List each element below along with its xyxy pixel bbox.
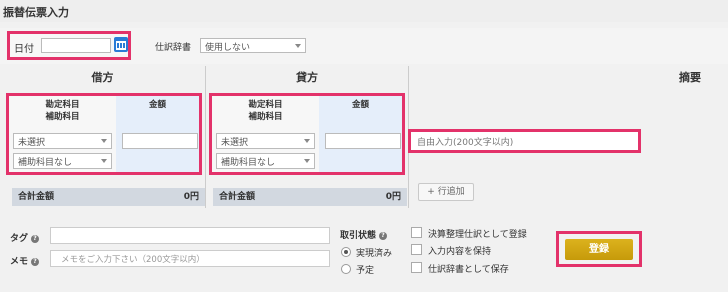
debit-account-select[interactable]: 未選択 <box>13 133 112 149</box>
credit-account-select[interactable]: 未選択 <box>216 133 315 149</box>
help-icon[interactable]: ? <box>31 257 40 266</box>
help-icon[interactable]: ? <box>31 234 40 243</box>
journal-dictionary-label: 仕訳辞書 <box>155 43 192 53</box>
debit-total-value: 0円 <box>183 192 199 202</box>
debit-header: 借方 <box>91 71 114 84</box>
date-input[interactable] <box>41 38 111 53</box>
status-option-realized: 実現済み <box>356 249 393 259</box>
journal-dictionary-select[interactable]: 使用しない <box>200 38 306 53</box>
credit-account-header-line1: 勘定科目 <box>248 100 283 110</box>
memo-input[interactable]: メモをご入力下さい（200文字以内） <box>50 250 330 267</box>
debit-entry-panel: 勘定科目 補助科目 金額 未選択 補助科目なし <box>6 93 202 175</box>
status-option-planned: 予定 <box>356 266 375 276</box>
title-bar: 振替伝票入力 <box>0 0 728 22</box>
column-divider <box>205 66 206 208</box>
debit-sub-account-selected: 補助科目なし <box>18 158 73 168</box>
chevron-down-icon <box>101 159 107 163</box>
save-dictionary-checkbox[interactable] <box>411 262 422 273</box>
debit-amount-input[interactable] <box>122 133 198 149</box>
debit-sub-account-select[interactable]: 補助科目なし <box>13 153 112 169</box>
memo-placeholder: メモをご入力下さい（200文字以内） <box>61 255 205 265</box>
credit-entry-panel: 勘定科目 補助科目 金額 未選択 補助科目なし <box>209 93 405 175</box>
summary-placeholder: 自由入力(200文字以内) <box>417 138 514 148</box>
credit-amount-input[interactable] <box>325 133 401 149</box>
tag-input[interactable] <box>50 227 330 244</box>
memo-label-group: メモ? <box>10 254 40 267</box>
closing-entry-label: 決算整理仕訳として登録 <box>428 230 527 240</box>
add-row-button[interactable]: + 行追加 <box>418 183 474 201</box>
debit-total-label: 合計金額 <box>18 192 55 202</box>
status-radio-realized[interactable] <box>341 247 351 257</box>
debit-account-header-line2: 補助科目 <box>45 112 80 122</box>
chevron-down-icon <box>304 139 310 143</box>
summary-input[interactable]: 自由入力(200文字以内) <box>408 129 641 153</box>
debit-amount-header: 金額 <box>148 100 166 110</box>
register-button[interactable]: 登録 <box>565 239 633 260</box>
chevron-down-icon <box>101 139 107 143</box>
page-title: 振替伝票入力 <box>3 6 69 19</box>
debit-account-selected: 未選択 <box>18 138 46 148</box>
journal-dictionary-selected: 使用しない <box>205 43 251 53</box>
keep-input-checkbox[interactable] <box>411 244 422 255</box>
credit-total-value: 0円 <box>385 192 401 202</box>
summary-header: 摘要 <box>679 71 701 84</box>
credit-sub-account-select[interactable]: 補助科目なし <box>216 153 315 169</box>
debit-account-header-line1: 勘定科目 <box>45 100 80 110</box>
tag-label-group: タグ? <box>10 231 40 244</box>
transaction-status-label: 取引状態 <box>340 231 377 241</box>
chevron-down-icon <box>295 44 301 48</box>
credit-account-selected: 未選択 <box>221 138 249 148</box>
calendar-icon[interactable] <box>114 37 128 52</box>
memo-label: メモ <box>10 257 29 267</box>
debit-total-bar: 合計金額 0円 <box>12 188 205 206</box>
chevron-down-icon <box>304 159 310 163</box>
tag-label: タグ <box>10 234 29 244</box>
credit-account-header-line2: 補助科目 <box>248 112 283 122</box>
credit-total-label: 合計金額 <box>219 192 256 202</box>
register-button-frame: 登録 <box>556 231 642 267</box>
date-field-group: 日付 <box>7 31 131 60</box>
status-radio-planned[interactable] <box>341 264 351 274</box>
keep-input-label: 入力内容を保持 <box>428 247 492 257</box>
help-icon[interactable]: ? <box>379 231 388 240</box>
credit-total-bar: 合計金額 0円 <box>213 188 407 206</box>
credit-sub-account-selected: 補助科目なし <box>221 158 276 168</box>
credit-amount-header: 金額 <box>351 100 369 110</box>
debit-account-header: 勘定科目 補助科目 <box>9 99 116 123</box>
save-dictionary-label: 仕訳辞書として保存 <box>428 265 509 275</box>
credit-header: 貸方 <box>296 71 318 84</box>
closing-entry-checkbox[interactable] <box>411 227 422 238</box>
credit-account-header: 勘定科目 補助科目 <box>212 99 319 123</box>
date-label: 日付 <box>14 44 34 55</box>
transaction-status-label-group: 取引状態? <box>340 228 388 241</box>
